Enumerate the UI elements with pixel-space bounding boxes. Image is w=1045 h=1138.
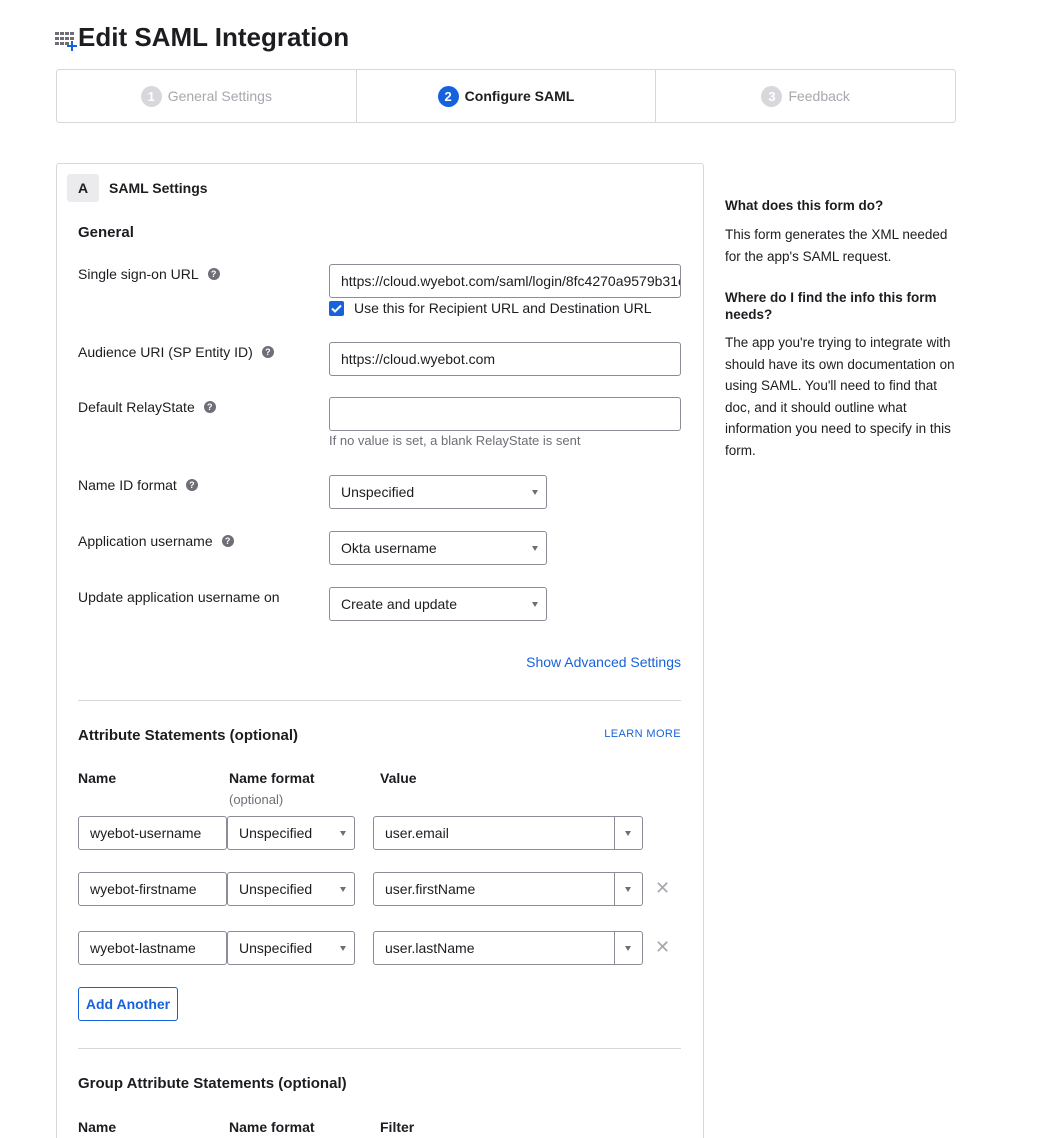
caret-down-icon[interactable] [615, 872, 643, 906]
relay-state-hint: If no value is set, a blank RelayState i… [329, 433, 581, 448]
attribute-value-input[interactable]: user.lastName [373, 931, 615, 965]
relay-state-label-text: Default RelayState [78, 399, 195, 415]
step-general-settings[interactable]: 1 General Settings [57, 70, 357, 122]
name-id-format-label: Name ID format ? [78, 477, 198, 493]
sso-url-label: Single sign-on URL ? [78, 266, 220, 282]
attribute-format-select[interactable]: Unspecified [227, 872, 355, 906]
step-label: General Settings [167, 88, 272, 104]
update-username-label: Update application username on [78, 589, 280, 605]
close-icon[interactable]: ✕ [655, 937, 670, 958]
attribute-value-combobox[interactable]: user.lastName [373, 931, 643, 965]
attribute-format-select[interactable]: Unspecified [227, 931, 355, 965]
caret-down-icon [340, 946, 346, 951]
app-username-select[interactable]: Okta username [329, 531, 547, 565]
name-id-format-value: Unspecified [341, 484, 415, 500]
attribute-name-input[interactable]: wyebot-firstname [78, 872, 227, 906]
help-question-1: What does this form do? [725, 198, 884, 213]
show-advanced-settings-link[interactable]: Show Advanced Settings [526, 654, 681, 670]
group-col-name-header: Name [78, 1119, 117, 1135]
attribute-name-input[interactable]: wyebot-username [78, 816, 227, 850]
caret-down-icon[interactable] [615, 816, 643, 850]
attribute-value-input[interactable]: user.firstName [373, 872, 615, 906]
audience-uri-input[interactable]: https://cloud.wyebot.com [329, 342, 681, 376]
step-label: Feedback [788, 88, 850, 104]
step-configure-saml[interactable]: 2 Configure SAML [357, 70, 657, 122]
step-number: 2 [437, 85, 459, 107]
learn-more-link[interactable]: LEARN MORE [604, 728, 681, 740]
recipient-url-checkbox[interactable] [329, 301, 344, 316]
relay-state-label: Default RelayState ? [78, 399, 216, 415]
step-number: 1 [140, 85, 162, 107]
step-feedback[interactable]: 3 Feedback [656, 70, 955, 122]
name-id-format-select[interactable]: Unspecified [329, 475, 547, 509]
caret-down-icon [340, 831, 346, 836]
add-app-grid-icon [55, 31, 77, 51]
page-title: Edit SAML Integration [54, 22, 349, 53]
caret-down-icon [532, 602, 538, 607]
caret-down-icon [532, 546, 538, 551]
general-heading: General [78, 224, 134, 241]
app-username-value: Okta username [341, 540, 437, 556]
add-another-button[interactable]: Add Another [78, 987, 178, 1021]
group-col-format-header: Name format [229, 1119, 315, 1135]
section-letter-badge: A [67, 174, 99, 202]
step-number: 3 [761, 85, 783, 107]
attribute-format-value: Unspecified [239, 881, 313, 897]
question-circle-icon[interactable]: ? [261, 346, 274, 358]
divider [78, 1048, 681, 1049]
app-username-label: Application username ? [78, 533, 234, 549]
relay-state-input[interactable] [329, 397, 681, 431]
update-username-label-text: Update application username on [78, 589, 280, 605]
col-name-header: Name [78, 770, 117, 786]
audience-uri-label-text: Audience URI (SP Entity ID) [78, 344, 253, 360]
question-circle-icon[interactable]: ? [185, 479, 198, 491]
help-answer-2: The app you're trying to integrate with … [725, 335, 955, 458]
attribute-statements-heading: Attribute Statements (optional) [78, 727, 298, 744]
close-icon[interactable]: ✕ [655, 878, 670, 899]
question-circle-icon[interactable]: ? [221, 535, 234, 547]
col-value-header: Value [380, 770, 417, 786]
col-format-subheader: (optional) [229, 792, 284, 807]
help-question-2: Where do I find the info this form needs… [725, 290, 937, 322]
attribute-name-input[interactable]: wyebot-lastname [78, 931, 227, 965]
caret-down-icon[interactable] [615, 931, 643, 965]
audience-uri-label: Audience URI (SP Entity ID) ? [78, 344, 274, 360]
sso-url-label-text: Single sign-on URL [78, 266, 199, 282]
wizard-stepper: 1 General Settings 2 Configure SAML 3 Fe… [56, 69, 956, 123]
name-id-format-label-text: Name ID format [78, 477, 177, 493]
app-username-label-text: Application username [78, 533, 213, 549]
question-circle-icon[interactable]: ? [203, 401, 216, 413]
attribute-value-combobox[interactable]: user.firstName [373, 872, 643, 906]
sso-url-input[interactable]: https://cloud.wyebot.com/saml/login/8fc4… [329, 264, 681, 298]
attribute-format-select[interactable]: Unspecified [227, 816, 355, 850]
section-title: SAML Settings [109, 180, 208, 196]
update-username-select[interactable]: Create and update [329, 587, 547, 621]
recipient-url-checkbox-label[interactable]: Use this for Recipient URL and Destinati… [354, 300, 652, 316]
group-attribute-statements-heading: Group Attribute Statements (optional) [78, 1075, 347, 1092]
divider [78, 700, 681, 701]
attribute-value-combobox[interactable]: user.email [373, 816, 643, 850]
caret-down-icon [340, 887, 346, 892]
step-label: Configure SAML [464, 88, 575, 104]
attribute-format-value: Unspecified [239, 940, 313, 956]
checkmark-icon [331, 304, 342, 313]
page-title-text: Edit SAML Integration [78, 22, 350, 52]
help-answer-1: This form generates the XML needed for t… [725, 227, 948, 264]
attribute-format-value: Unspecified [239, 825, 313, 841]
col-format-header: Name format [229, 770, 315, 786]
update-username-value: Create and update [341, 596, 457, 612]
group-col-filter-header: Filter [380, 1119, 415, 1135]
attribute-value-input[interactable]: user.email [373, 816, 615, 850]
question-circle-icon[interactable]: ? [207, 268, 220, 280]
caret-down-icon [532, 490, 538, 495]
section-header: A SAML Settings [67, 174, 208, 202]
